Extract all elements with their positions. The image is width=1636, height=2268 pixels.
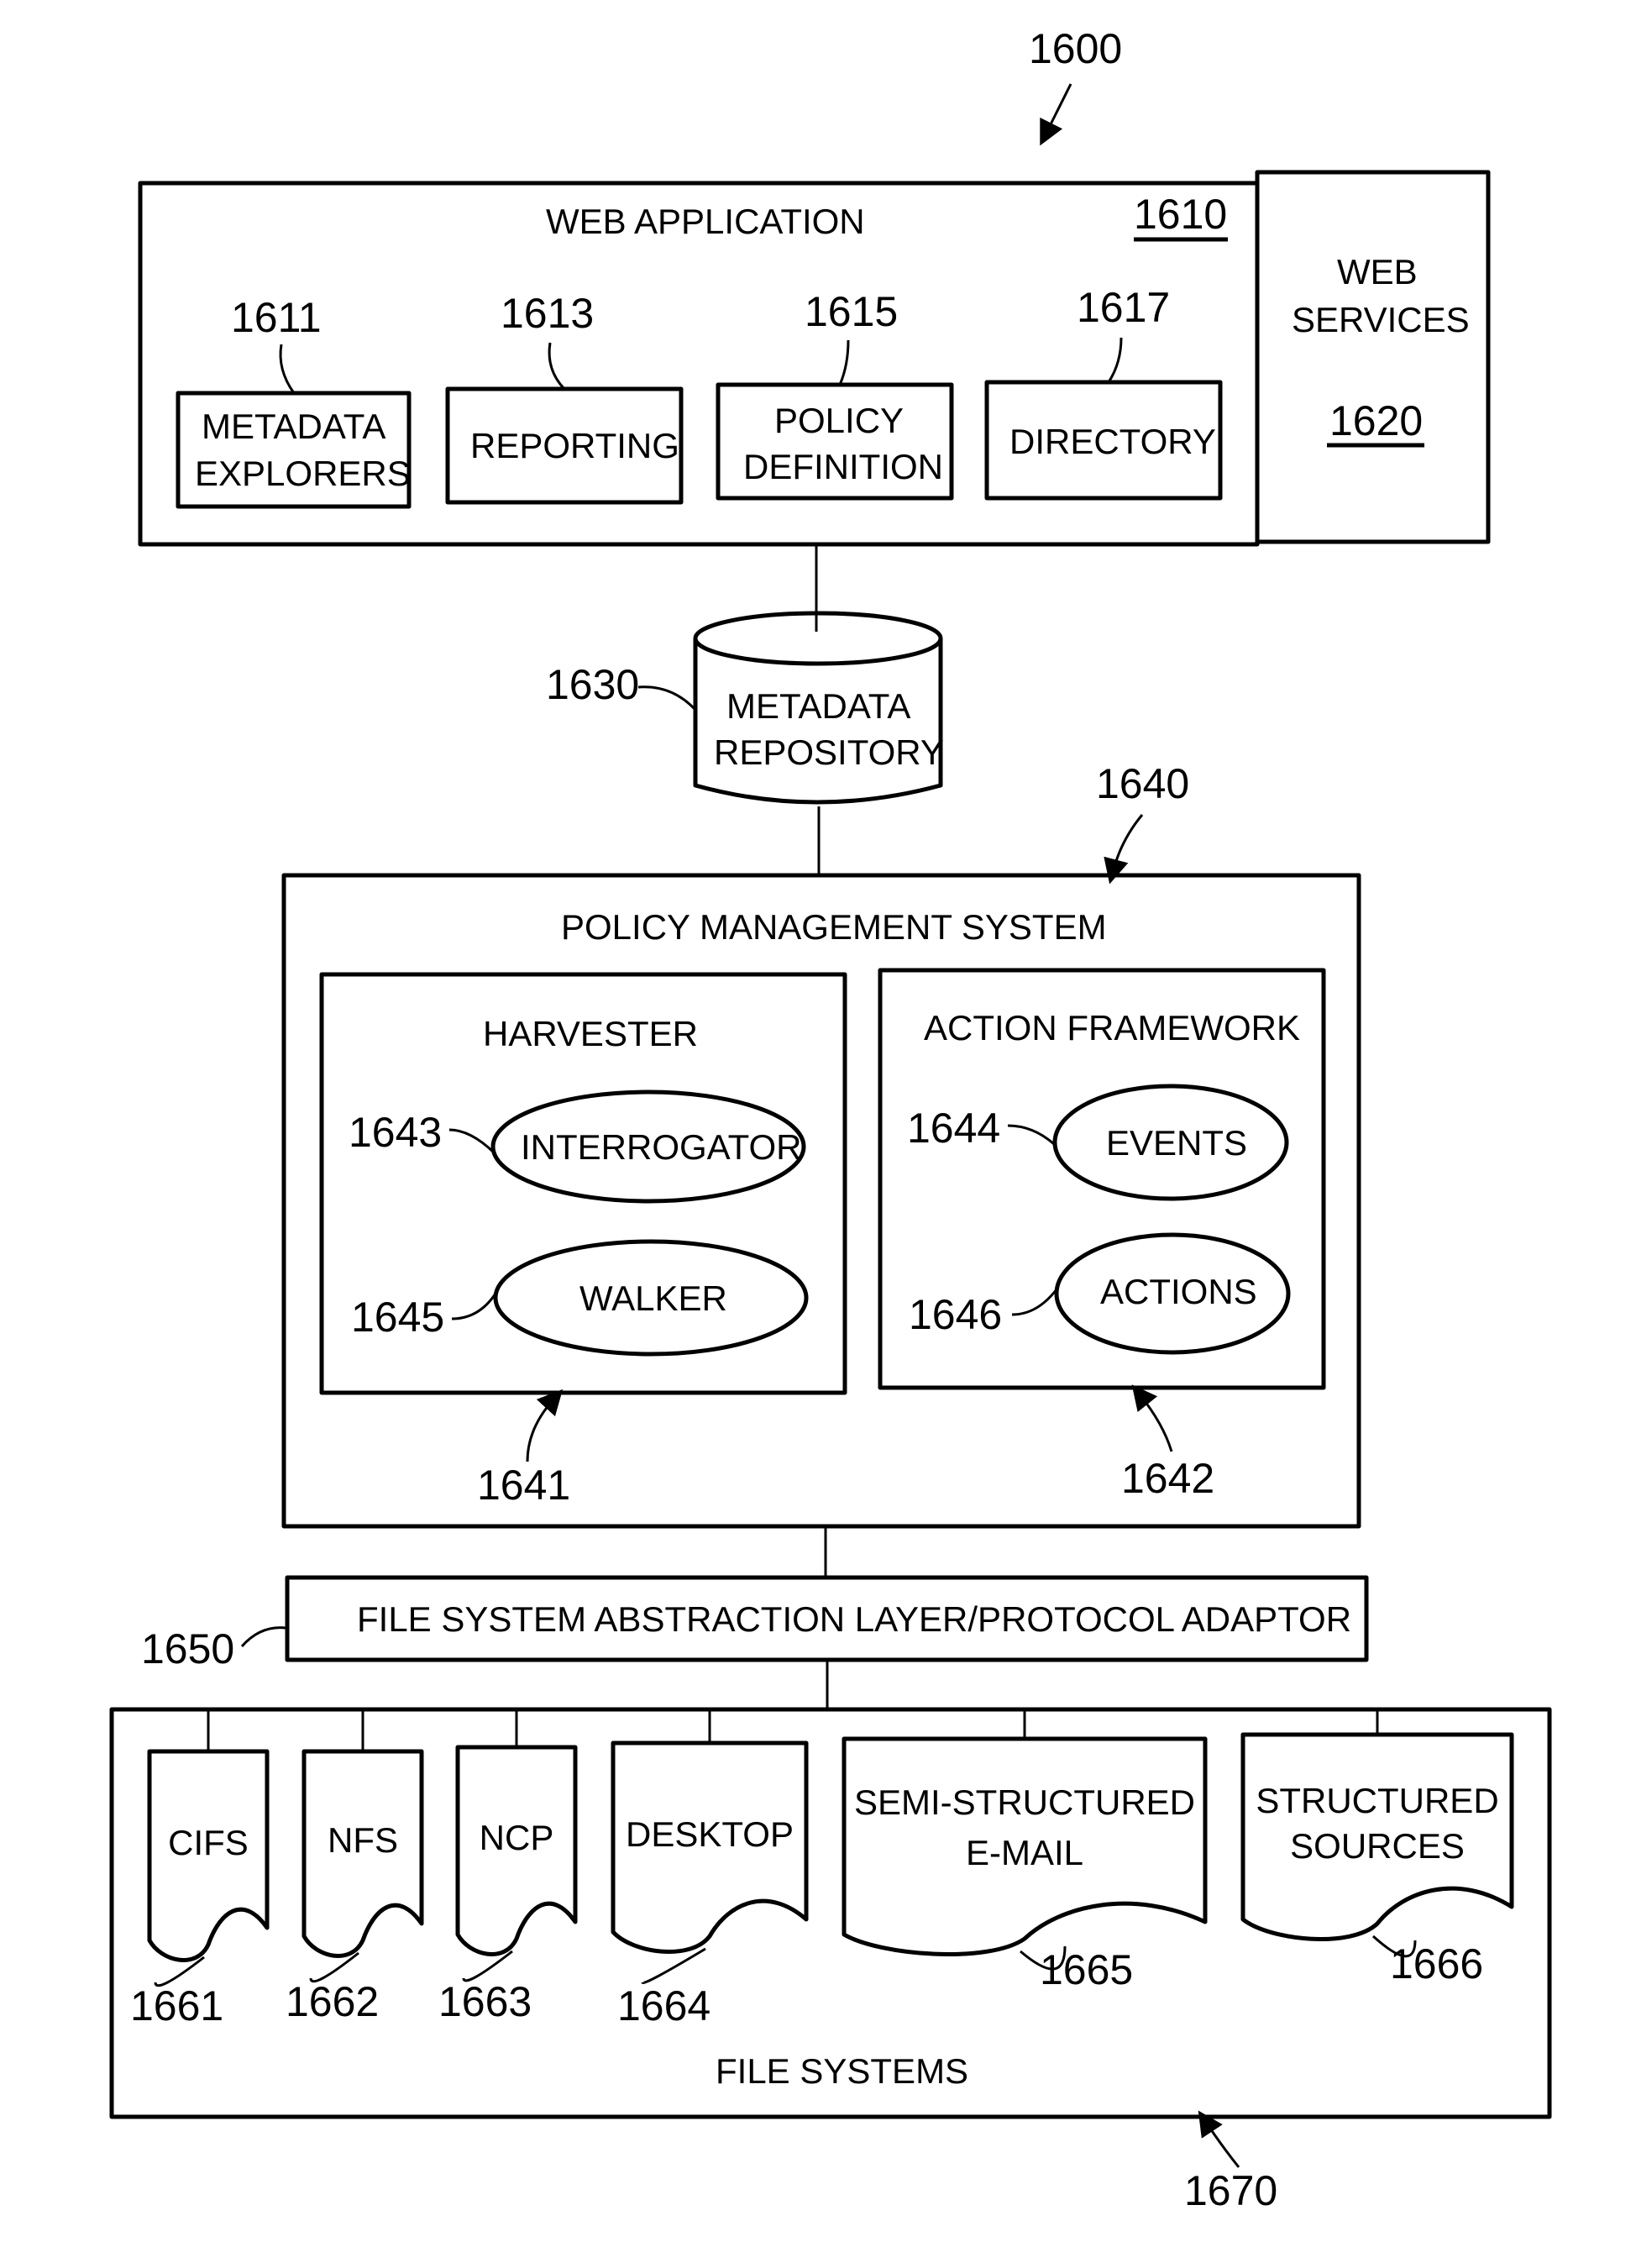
leader-line [1011, 1289, 1058, 1316]
abstraction-layer-label: FILE SYSTEM ABSTRACTION LAYER/PROTOCOL A… [357, 1599, 1351, 1639]
web-services-label-line2: SERVICES [1292, 300, 1470, 339]
web-services-label-line1: WEB [1337, 252, 1418, 291]
leader-line [240, 1626, 286, 1647]
policy-management-title: POLICY MANAGEMENT SYSTEM [561, 907, 1107, 947]
web-services-box [1255, 170, 1491, 544]
file-systems-ref: 1670 [1184, 2167, 1277, 2214]
module-reporting: 1613 REPORTING [445, 290, 684, 505]
source-ref: 1664 [617, 1982, 711, 2029]
file-source-structured: STRUCTURED SOURCES 1666 [1240, 1709, 1514, 1987]
file-source-semi-structured: SEMI-STRUCTURED E-MAIL 1665 [842, 1709, 1208, 1993]
file-source-desktop: DESKTOP 1664 [611, 1709, 809, 2029]
harvester-ref: 1641 [477, 1462, 570, 1509]
source-ref: 1661 [130, 1982, 223, 2029]
actions-ref: 1646 [909, 1291, 1002, 1338]
module-label: POLICY [774, 401, 904, 440]
ref-leader [1104, 814, 1144, 885]
leader-line [279, 344, 296, 394]
walker-label: WALKER [579, 1278, 727, 1318]
interrogator-label: INTERROGATOR [521, 1127, 801, 1167]
metadata-repository: METADATA REPOSITORY 1630 [546, 611, 944, 805]
source-label: STRUCTURED [1256, 1781, 1498, 1820]
leader-line [548, 342, 566, 391]
leader-line [448, 1128, 496, 1154]
cylinder-top [693, 611, 943, 666]
module-ref: 1611 [231, 294, 322, 341]
module-label: EXPLORERS [195, 454, 411, 493]
leader-line [451, 1293, 497, 1320]
walker-ref: 1645 [351, 1294, 444, 1341]
actions-label: ACTIONS [1100, 1272, 1257, 1311]
leader-line [637, 685, 697, 711]
ref-leader [1131, 1384, 1173, 1452]
module-label: DEFINITION [743, 447, 943, 486]
source-label: CIFS [168, 1823, 249, 1862]
figure-ref-leader [1040, 83, 1072, 146]
source-label: SOURCES [1290, 1826, 1465, 1866]
source-label: DESKTOP [626, 1814, 794, 1854]
module-label: REPORTING [470, 426, 679, 465]
leader-line [1007, 1124, 1055, 1146]
ref-leader [1198, 2110, 1240, 2168]
harvester-title: HARVESTER [483, 1014, 698, 1053]
source-ref: 1663 [438, 1978, 532, 2025]
repository-ref: 1630 [546, 661, 639, 708]
file-source-ncp: NCP 1663 [438, 1709, 578, 2025]
module-directory: 1617 DIRECTORY [984, 284, 1223, 501]
module-policy-definition: 1615 POLICY DEFINITION [716, 288, 954, 501]
action-framework-ref: 1642 [1121, 1455, 1214, 1502]
web-application-title: WEB APPLICATION [546, 202, 865, 241]
source-label: SEMI-STRUCTURED [854, 1782, 1195, 1822]
leader-line [838, 339, 850, 386]
repository-label: METADATA [726, 686, 910, 726]
policy-management-ref: 1640 [1096, 760, 1189, 807]
events-ref: 1644 [907, 1105, 1000, 1152]
module-label: DIRECTORY [1009, 422, 1216, 461]
module-ref: 1613 [501, 290, 594, 337]
module-ref: 1615 [805, 288, 898, 335]
abstraction-layer-ref: 1650 [141, 1625, 234, 1672]
leader-line [641, 1947, 706, 1984]
module-ref: 1617 [1077, 284, 1170, 331]
source-label: E-MAIL [966, 1833, 1083, 1872]
architecture-diagram: 1600 WEB APPLICATION 1610 WEB SERVICES 1… [109, 25, 1552, 2214]
module-metadata-explorers: 1611 METADATA EXPLORERS [176, 294, 412, 509]
interrogator-ref: 1643 [349, 1109, 442, 1156]
events-label: EVENTS [1106, 1123, 1247, 1163]
source-label: NFS [328, 1820, 398, 1860]
repository-label: REPOSITORY [714, 732, 944, 772]
source-ref: 1662 [286, 1978, 379, 2025]
web-application-ref: 1610 [1134, 191, 1227, 238]
figure-ref: 1600 [1029, 25, 1122, 72]
file-systems-title: FILE SYSTEMS [716, 2051, 968, 2091]
action-framework-title: ACTION FRAMEWORK [924, 1008, 1300, 1047]
web-services-ref: 1620 [1329, 397, 1423, 444]
module-label: METADATA [202, 407, 385, 446]
source-label: NCP [480, 1818, 554, 1857]
source-ref: 1665 [1040, 1946, 1133, 1993]
leader-line [1107, 337, 1123, 383]
file-source-nfs: NFS 1662 [286, 1709, 424, 2025]
source-ref: 1666 [1390, 1940, 1483, 1987]
ref-leader [526, 1389, 564, 1462]
file-source-cifs: CIFS 1661 [130, 1709, 270, 2029]
